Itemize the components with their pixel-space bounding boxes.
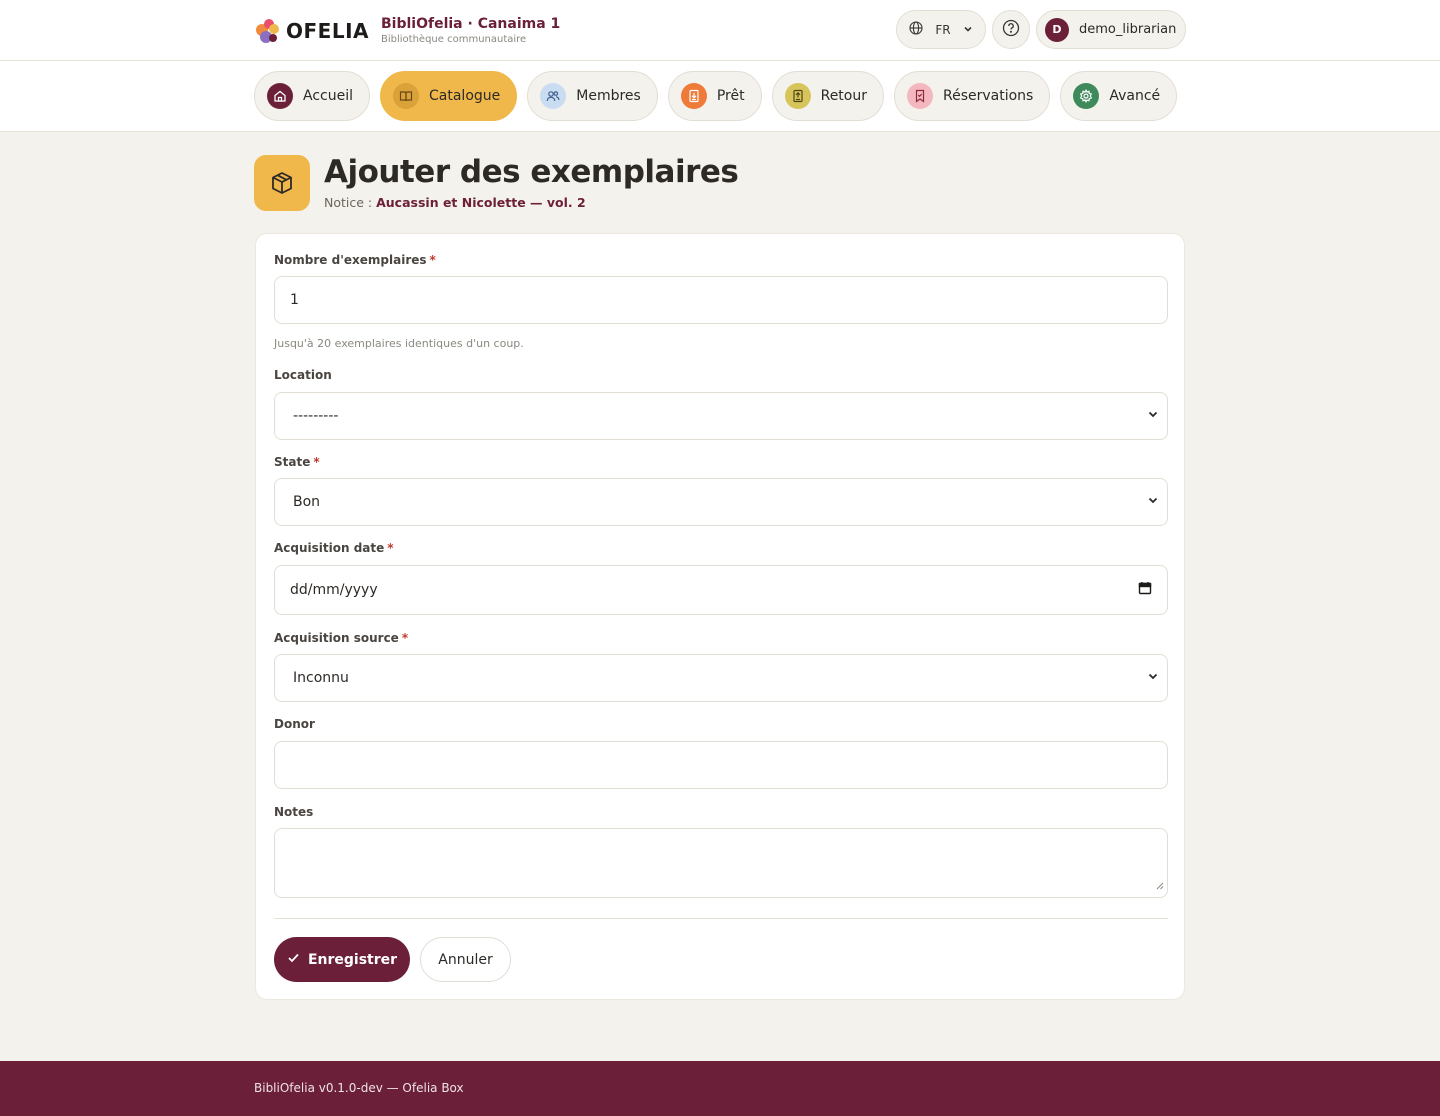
form-divider	[274, 918, 1168, 919]
date-placeholder: dd/mm/yyyy	[290, 582, 378, 598]
globe-icon	[909, 21, 923, 38]
nav-item-membres[interactable]: Membres	[527, 71, 658, 121]
main-nav: Accueil Catalogue Membres Prêt Retour Ré…	[0, 61, 1440, 132]
nav-item-label: Avancé	[1109, 88, 1161, 104]
avatar: D	[1045, 17, 1069, 42]
count-input[interactable]: 1	[274, 276, 1168, 324]
nav-item-label: Membres	[576, 88, 641, 104]
help-button[interactable]	[992, 10, 1030, 49]
home-icon	[267, 83, 293, 109]
add-copies-form: Nombre d'exemplaires * 1 Jusqu'à 20 exemp…	[255, 233, 1185, 1000]
logo-wordmark: OFELIA	[286, 19, 369, 43]
acquisition-source-label: Acquisition source *	[274, 631, 409, 645]
count-help-text: Jusqu'à 20 exemplaires identiques d'un c…	[274, 337, 524, 350]
state-label: State *	[274, 455, 320, 469]
state-select[interactable]: Bon	[274, 478, 1168, 526]
bookmark-icon	[907, 83, 933, 109]
donor-input[interactable]	[274, 741, 1168, 789]
chevron-down-icon	[1147, 494, 1159, 510]
save-label: Enregistrer	[307, 951, 398, 968]
location-select[interactable]: ---------	[274, 392, 1168, 440]
top-header: OFELIA BibliOfelia · Canaima 1 Bibliothè…	[0, 0, 1440, 61]
nav-item-label: Retour	[820, 88, 867, 104]
count-label: Nombre d'exemplaires *	[274, 253, 436, 267]
location-label: Location	[274, 368, 332, 382]
notes-label: Notes	[274, 805, 314, 819]
page-title: Ajouter des exemplaires	[324, 154, 739, 190]
notes-textarea[interactable]	[274, 828, 1168, 898]
nav-item-label: Accueil	[303, 88, 353, 104]
check-icon	[287, 951, 300, 968]
ofelia-logo-icon	[254, 16, 284, 46]
nav-item-accueil[interactable]: Accueil	[254, 71, 370, 121]
footer-version: BibliOfelia v0.1.0-dev — Ofelia Box	[254, 1081, 464, 1095]
gear-icon	[1073, 83, 1100, 109]
nav-item-label: Catalogue	[429, 88, 501, 104]
chevron-down-icon	[1147, 408, 1159, 424]
acquisition-source-value: Inconnu	[293, 670, 349, 686]
library-subtitle: Bibliothèque communautaire	[381, 34, 527, 45]
users-icon	[540, 83, 567, 109]
save-button[interactable]: Enregistrer	[274, 937, 410, 982]
return-icon	[784, 83, 811, 109]
nav-item-catalogue[interactable]: Catalogue	[380, 71, 518, 121]
resize-handle-icon[interactable]	[1156, 878, 1164, 894]
nav-item-reservations[interactable]: Réservations	[894, 71, 1051, 121]
calendar-icon[interactable]	[1138, 581, 1152, 599]
help-icon	[1002, 19, 1020, 40]
acquisition-date-label: Acquisition date *	[274, 541, 394, 555]
cancel-label: Annuler	[438, 951, 493, 968]
location-value: ---------	[293, 408, 339, 424]
nav-item-retour[interactable]: Retour	[771, 71, 884, 121]
username: demo_librarian	[1079, 22, 1177, 37]
library-name: BibliOfelia · Canaima 1	[381, 16, 561, 32]
nav-item-label: Réservations	[943, 88, 1034, 104]
chevron-down-icon	[1147, 670, 1159, 686]
user-menu[interactable]: D demo_librarian	[1036, 10, 1186, 49]
nav-item-label: Prêt	[716, 88, 745, 104]
nav-item-avance[interactable]: Avancé	[1060, 71, 1178, 121]
acquisition-source-select[interactable]: Inconnu	[274, 654, 1168, 702]
book-open-icon	[393, 83, 419, 109]
donor-label: Donor	[274, 717, 315, 731]
cancel-button[interactable]: Annuler	[420, 937, 511, 982]
checkout-icon	[680, 83, 707, 109]
notice-prefix: Notice :	[324, 195, 373, 210]
state-value: Bon	[293, 494, 321, 510]
record-notice: Notice : Aucassin et Nicolette — vol. 2	[324, 195, 738, 210]
chevron-down-icon	[963, 23, 973, 37]
page-heading: Ajouter des exemplaires Notice : Aucassi…	[254, 154, 739, 211]
language-selector[interactable]: FR	[896, 10, 986, 49]
acquisition-date-input[interactable]: dd/mm/yyyy	[274, 565, 1168, 615]
footer: BibliOfelia v0.1.0-dev — Ofelia Box	[0, 1061, 1440, 1116]
package-icon	[254, 155, 310, 211]
record-link[interactable]: Aucassin et Nicolette — vol. 2	[376, 195, 586, 210]
language-code: FR	[935, 22, 951, 37]
nav-item-pret[interactable]: Prêt	[667, 71, 762, 121]
count-value: 1	[290, 292, 299, 308]
brand[interactable]: OFELIA BibliOfelia · Canaima 1 Bibliothè…	[254, 14, 560, 48]
